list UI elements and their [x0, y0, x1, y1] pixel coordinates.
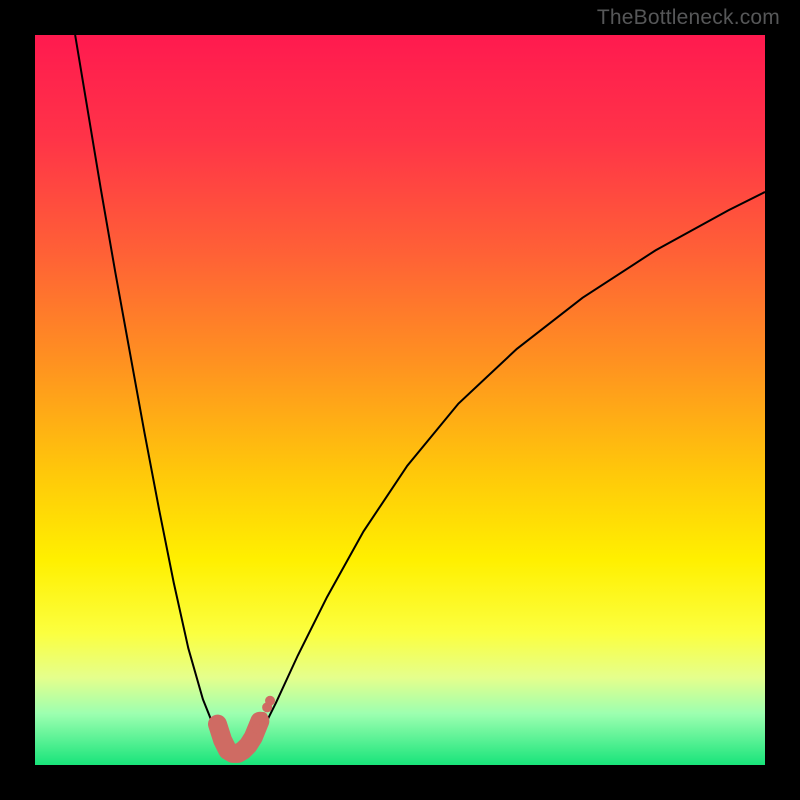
u-dots: [252, 724, 262, 734]
chart-svg: [35, 35, 765, 765]
plot-area: [35, 35, 765, 765]
watermark-text: TheBottleneck.com: [597, 6, 780, 30]
gradient-background: [35, 35, 765, 765]
u-dots: [265, 696, 275, 706]
chart-frame: TheBottleneck.com: [0, 0, 800, 800]
u-dots: [258, 712, 268, 722]
